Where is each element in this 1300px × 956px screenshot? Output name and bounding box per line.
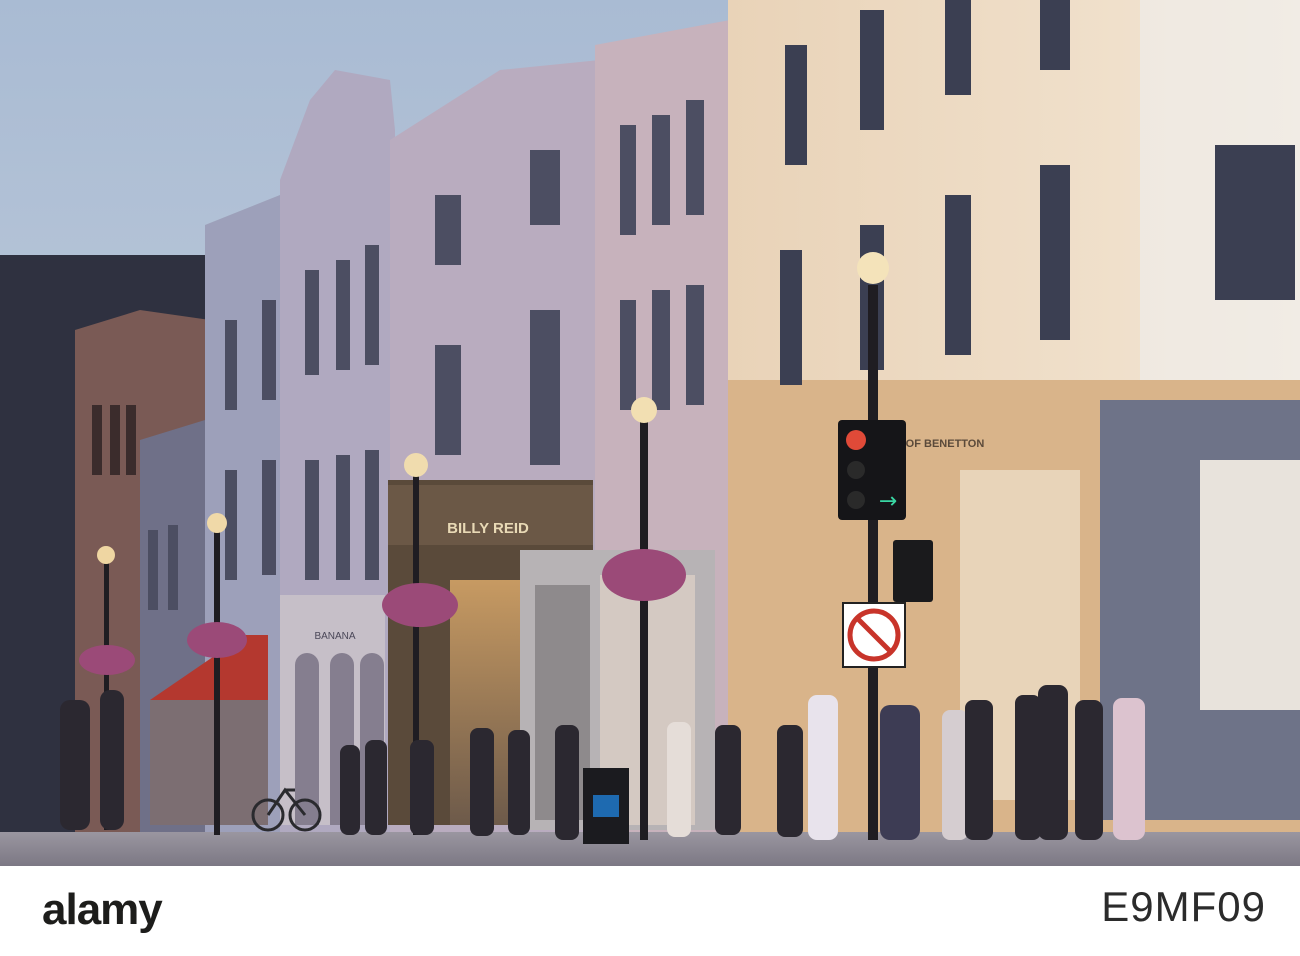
brand-text: alamy [42, 885, 163, 934]
benetton-sign: OF BENETTON [906, 438, 985, 450]
street-photo: BILLY REID OF BENETTON BANANA → [0, 0, 1300, 866]
billy-reid-sign: BILLY REID [447, 520, 529, 537]
stock-image-id: E9MF09 [1101, 883, 1266, 930]
pedestrian-signal [893, 540, 933, 602]
alamy-logo[interactable]: alamy [42, 885, 163, 935]
svg-text:→: → [879, 489, 897, 514]
street [0, 832, 1300, 866]
banana-sign: BANANA [314, 631, 355, 642]
